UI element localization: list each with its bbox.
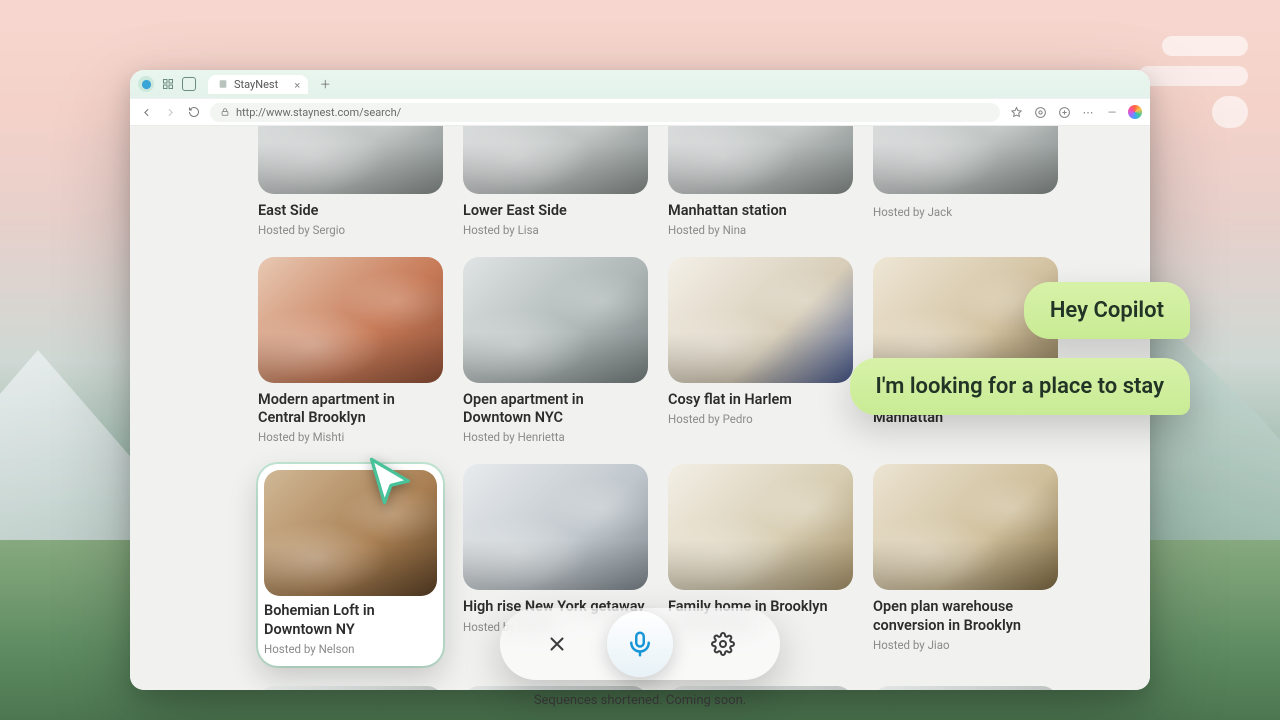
listing-thumb [668, 464, 853, 590]
listing-card-selected[interactable]: Bohemian Loft in Downtown NY Hosted by N… [258, 464, 443, 665]
copilot-icon[interactable] [1128, 105, 1142, 119]
listing-card[interactable]: Lower East Side Hosted by Lisa [463, 126, 648, 237]
tab-title: StayNest [234, 78, 278, 91]
listing-title: Modern apartment in Central Brooklyn [258, 391, 443, 427]
lock-icon [220, 107, 230, 117]
listing-card[interactable]: Manhattan station Hosted by Nina [668, 126, 853, 237]
listing-thumb [463, 257, 648, 383]
listing-card[interactable]: Open apartment in Downtown NYC Hosted by… [463, 257, 648, 444]
listing-title: Bohemian Loft in Downtown NY [264, 602, 437, 638]
menu-icon[interactable]: ⋯ [1080, 104, 1096, 120]
chat-bubble: I'm looking for a place to stay [850, 358, 1190, 415]
url-text: http://www.staynest.com/search/ [236, 106, 401, 119]
microphone-button[interactable] [607, 611, 673, 677]
settings-button[interactable] [703, 624, 743, 664]
listing-title: Open plan warehouse conversion in Brookl… [873, 598, 1058, 634]
chat-bubble: Hey Copilot [1024, 282, 1190, 339]
new-tab-button[interactable]: ＋ [316, 75, 334, 93]
listing-host: Hosted by Lisa [463, 223, 648, 237]
chat-text: Hey Copilot [1050, 298, 1164, 323]
decorative-pills [1138, 36, 1248, 128]
listing-card[interactable]: Walden Apartment in Manhattan [873, 257, 1058, 444]
listing-card[interactable]: Hosted by Jack [873, 126, 1058, 237]
voice-control-pill [500, 608, 780, 680]
listing-thumb [668, 257, 853, 383]
listing-card[interactable] [668, 686, 853, 690]
listing-card[interactable] [873, 686, 1058, 690]
footer-caption: Sequences shortened. Coming soon. [0, 693, 1280, 708]
minimize-icon[interactable]: — [1104, 104, 1120, 120]
listing-thumb [258, 686, 443, 690]
forward-button[interactable] [162, 104, 178, 120]
listing-host: Hosted by Nelson [264, 642, 437, 656]
workspace-icon[interactable] [162, 78, 174, 90]
close-tab-icon[interactable]: × [294, 79, 300, 92]
listing-title: Lower East Side [463, 202, 648, 220]
listing-card[interactable]: Cosy flat in Harlem Hosted by Pedro [668, 257, 853, 444]
extensions-icon[interactable] [1032, 104, 1048, 120]
edge-logo-icon [138, 76, 154, 92]
listing-host: Hosted by Sergio [258, 223, 443, 237]
browser-addressbar: http://www.staynest.com/search/ ⋯ — [130, 98, 1150, 126]
listing-card[interactable]: East Side Hosted by Sergio [258, 126, 443, 237]
listing-thumb [463, 464, 648, 590]
tab-overview-icon[interactable] [182, 77, 196, 91]
listing-thumb [873, 686, 1058, 690]
listing-title: Cosy flat in Harlem [668, 391, 853, 409]
listing-host: Hosted by Jiao [873, 638, 1058, 652]
listing-thumb [873, 464, 1058, 590]
page-icon [218, 79, 228, 89]
listing-thumb [668, 686, 853, 690]
browser-tabstrip: StayNest × ＋ [130, 70, 1150, 98]
listing-card[interactable] [258, 686, 443, 690]
listing-title: Manhattan station [668, 202, 853, 220]
listing-host: Hosted by Pedro [668, 412, 853, 426]
close-button[interactable] [537, 624, 577, 664]
favorite-icon[interactable] [1008, 104, 1024, 120]
listing-thumb [264, 470, 437, 596]
listing-host: Hosted by Jack [873, 205, 1058, 219]
back-button[interactable] [138, 104, 154, 120]
listing-title: Open apartment in Downtown NYC [463, 391, 648, 427]
listing-thumb [258, 257, 443, 383]
listing-card[interactable]: Open plan warehouse conversion in Brookl… [873, 464, 1058, 665]
collections-icon[interactable] [1056, 104, 1072, 120]
url-field[interactable]: http://www.staynest.com/search/ [210, 103, 1000, 122]
listing-host: Hosted by Henrietta [463, 430, 648, 444]
listing-title: East Side [258, 202, 443, 220]
chat-text: I'm looking for a place to stay [876, 374, 1164, 399]
listing-thumb [463, 686, 648, 690]
listing-host: Hosted by Mishti [258, 430, 443, 444]
listing-host: Hosted by Nina [668, 223, 853, 237]
refresh-button[interactable] [186, 104, 202, 120]
listing-card[interactable]: Modern apartment in Central Brooklyn Hos… [258, 257, 443, 444]
browser-tab[interactable]: StayNest × [208, 75, 308, 94]
listing-card[interactable] [463, 686, 648, 690]
